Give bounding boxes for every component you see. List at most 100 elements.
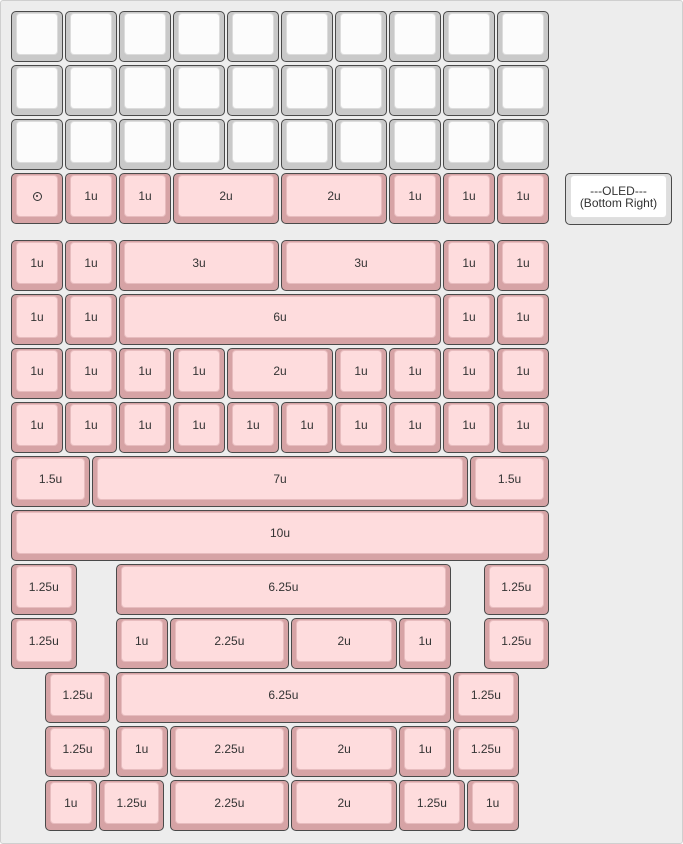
blank-key[interactable]	[65, 11, 117, 62]
key-1u[interactable]: 1u	[335, 348, 387, 399]
key-1u[interactable]: 1u	[119, 348, 171, 399]
blank-key[interactable]	[227, 65, 279, 116]
key-1u[interactable]: 1u	[281, 402, 333, 453]
key-legend: 7u	[98, 459, 462, 499]
blank-key[interactable]	[281, 119, 333, 170]
key-1u[interactable]: 1u	[65, 240, 117, 291]
key-1_25u[interactable]: 1.25u	[483, 618, 549, 669]
blank-key[interactable]	[11, 11, 63, 62]
key-1u[interactable]: 1u	[173, 348, 225, 399]
blank-key[interactable]	[173, 65, 225, 116]
key-6_25u[interactable]: 6.25u	[115, 564, 452, 615]
blank-key[interactable]	[65, 119, 117, 170]
key-2u[interactable]: 2u	[173, 173, 279, 224]
blank-key[interactable]	[335, 119, 387, 170]
blank-key[interactable]	[389, 65, 441, 116]
key-1u[interactable]: 1u	[115, 618, 168, 669]
key-1u[interactable]: 1u	[389, 402, 441, 453]
blank-key[interactable]	[443, 11, 495, 62]
blank-key[interactable]	[497, 11, 549, 62]
key-1u[interactable]: 1u	[227, 402, 279, 453]
key-2_25u[interactable]: 2.25u	[169, 618, 290, 669]
blank-key[interactable]	[389, 11, 441, 62]
key-6_25u[interactable]: 6.25u	[115, 672, 452, 723]
key-1u[interactable]: 1u	[65, 294, 117, 345]
blank-key[interactable]	[497, 65, 549, 116]
blank-key[interactable]	[335, 11, 387, 62]
key-1_5u[interactable]: 1.5u	[470, 456, 549, 507]
key-1u[interactable]: 1u	[497, 240, 549, 291]
key-2u[interactable]: 2u	[291, 618, 398, 669]
blank-key[interactable]	[227, 11, 279, 62]
oled-display-key[interactable]: ---OLED--- (Bottom Right)	[565, 173, 672, 225]
key-1u[interactable]: 1u	[443, 402, 495, 453]
blank-key[interactable]	[119, 11, 171, 62]
key-2_25u[interactable]: 2.25u	[169, 726, 290, 777]
blank-key[interactable]	[119, 119, 171, 170]
key-1u[interactable]: 1u	[497, 402, 549, 453]
key-1u[interactable]: 1u	[119, 173, 171, 224]
key-legend: 1.25u	[489, 567, 543, 607]
key-1u[interactable]: 1u	[443, 173, 495, 224]
blank-key[interactable]	[443, 119, 495, 170]
blank-key[interactable]	[497, 119, 549, 170]
key-10u[interactable]: 10u	[11, 510, 549, 561]
blank-key[interactable]	[281, 11, 333, 62]
key-3u[interactable]: 3u	[119, 240, 279, 291]
key-1u[interactable]: 1u	[443, 294, 495, 345]
key-1_25u[interactable]: 1.25u	[11, 618, 77, 669]
key-1u[interactable]: 1u	[399, 618, 452, 669]
blank-key[interactable]	[281, 65, 333, 116]
key-1u[interactable]: 1u	[399, 726, 452, 777]
blank-key[interactable]	[389, 119, 441, 170]
blank-key[interactable]	[173, 11, 225, 62]
key-1_25u[interactable]: 1.25u	[483, 564, 549, 615]
blank-key[interactable]	[65, 65, 117, 116]
key-1u[interactable]: 1u	[497, 173, 549, 224]
key-1_25u[interactable]: 1.25u	[44, 672, 111, 723]
blank-key[interactable]	[443, 65, 495, 116]
key-1u[interactable]: 1u	[65, 173, 117, 224]
blank-key[interactable]	[335, 65, 387, 116]
key-1_25u[interactable]: 1.25u	[44, 726, 111, 777]
key-1u[interactable]: 1u	[11, 348, 63, 399]
key-1u[interactable]: 1u	[115, 726, 168, 777]
key-7u[interactable]: 7u	[92, 456, 468, 507]
key-1u[interactable]: 1u	[11, 240, 63, 291]
key-1_25u[interactable]: 1.25u	[453, 672, 519, 723]
key-2u[interactable]: 2u	[291, 726, 398, 777]
blank-key[interactable]	[11, 173, 63, 224]
key-1u[interactable]: 1u	[44, 780, 97, 831]
blank-key[interactable]	[173, 119, 225, 170]
key-3u[interactable]: 3u	[281, 240, 441, 291]
key-1u[interactable]: 1u	[497, 294, 549, 345]
oled-label-line2: (Bottom Right)	[579, 195, 658, 210]
key-1u[interactable]: 1u	[11, 402, 63, 453]
key-1_25u[interactable]: 1.25u	[399, 780, 465, 831]
key-1_25u[interactable]: 1.25u	[11, 564, 77, 615]
key-1u[interactable]: 1u	[65, 402, 117, 453]
key-1_25u[interactable]: 1.25u	[453, 726, 519, 777]
blank-key[interactable]	[11, 65, 63, 116]
key-1_25u[interactable]: 1.25u	[98, 780, 165, 831]
blank-key[interactable]	[227, 119, 279, 170]
blank-key[interactable]	[119, 65, 171, 116]
key-1u[interactable]: 1u	[173, 402, 225, 453]
key-1u[interactable]: 1u	[466, 780, 519, 831]
key-2_25u[interactable]: 2.25u	[169, 780, 290, 831]
key-2u[interactable]: 2u	[227, 348, 333, 399]
key-1u[interactable]: 1u	[443, 348, 495, 399]
key-1_5u[interactable]: 1.5u	[11, 456, 90, 507]
key-6u[interactable]: 6u	[119, 294, 441, 345]
key-1u[interactable]: 1u	[443, 240, 495, 291]
key-1u[interactable]: 1u	[389, 348, 441, 399]
key-2u[interactable]: 2u	[291, 780, 398, 831]
key-2u[interactable]: 2u	[281, 173, 387, 224]
key-1u[interactable]: 1u	[119, 402, 171, 453]
key-1u[interactable]: 1u	[65, 348, 117, 399]
key-1u[interactable]: 1u	[497, 348, 549, 399]
key-1u[interactable]: 1u	[11, 294, 63, 345]
blank-key[interactable]	[11, 119, 63, 170]
key-1u[interactable]: 1u	[389, 173, 441, 224]
key-1u[interactable]: 1u	[335, 402, 387, 453]
